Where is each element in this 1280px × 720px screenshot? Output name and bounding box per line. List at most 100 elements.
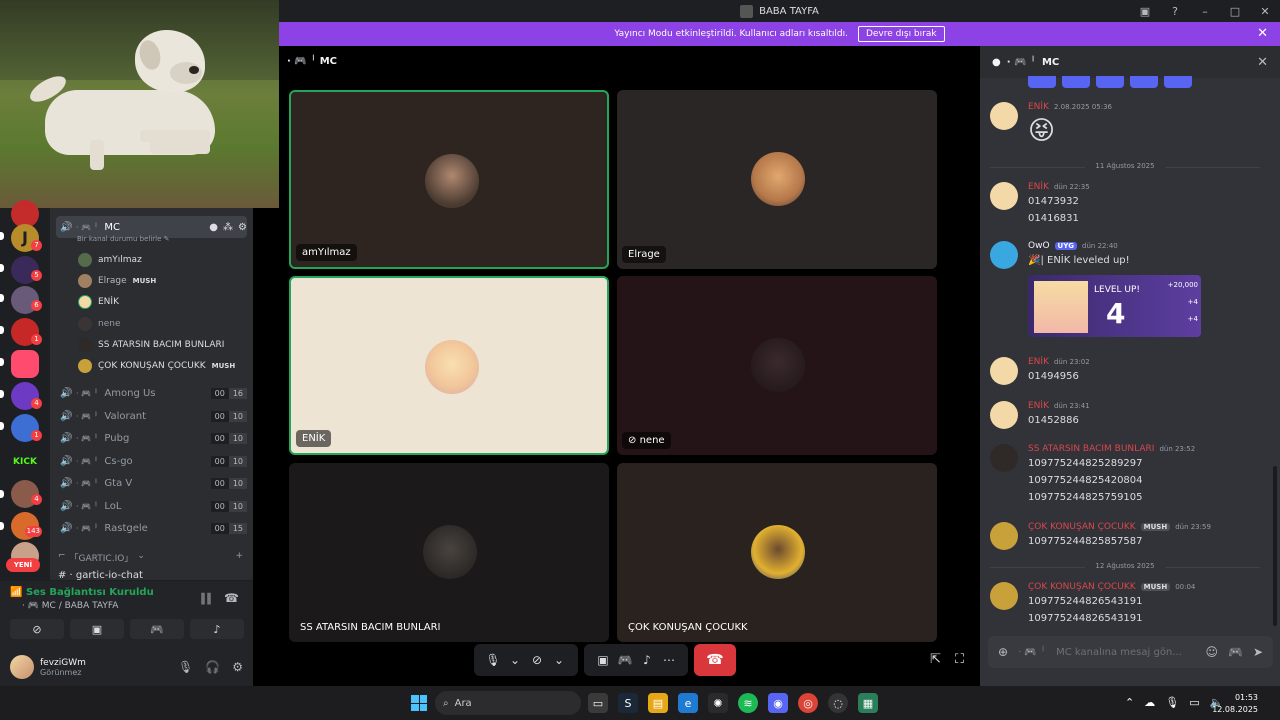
voice-member[interactable]: nene ⊘: [78, 315, 253, 333]
avatar[interactable]: [990, 241, 1018, 269]
windows-start-icon[interactable]: [411, 695, 427, 711]
chatgpt-icon[interactable]: ✺: [708, 693, 728, 713]
voice-channel-gta-v[interactable]: 🔊 · 🎮 ╵ Gta V 00 10: [56, 472, 247, 494]
chat-bubble-icon[interactable]: ●: [209, 222, 218, 233]
avatar[interactable]: [990, 357, 1018, 385]
message-author[interactable]: OwO: [1028, 241, 1050, 251]
emoji-icon[interactable]: ☺: [1205, 645, 1218, 659]
add-channel-icon[interactable]: +: [235, 551, 243, 564]
avatar[interactable]: [990, 444, 1018, 472]
close-notice-icon[interactable]: ✕: [1257, 26, 1268, 41]
kick-server-icon[interactable]: KICK: [11, 448, 39, 476]
activities-icon[interactable]: 🎮: [614, 653, 636, 667]
soundboard-button[interactable]: ♪: [190, 619, 244, 639]
edge-icon[interactable]: e: [678, 693, 698, 713]
video-tile[interactable]: Elrage: [617, 90, 937, 269]
pop-out-icon[interactable]: ⇱: [930, 652, 941, 667]
discord-icon[interactable]: ◉: [768, 693, 788, 713]
disconnect-icon[interactable]: ☎: [224, 591, 239, 605]
avatar[interactable]: [990, 102, 1018, 130]
activities-button[interactable]: 🎮: [130, 619, 184, 639]
close-chat-icon[interactable]: ✕: [1257, 55, 1268, 70]
message-author[interactable]: SS ATARSIN BACIM BUNLARI: [1028, 444, 1154, 454]
message-author[interactable]: ÇOK KONUŞAN ÇOCUKK: [1028, 522, 1136, 532]
minimize-button[interactable]: –: [1190, 5, 1220, 18]
file-explorer-icon[interactable]: ▤: [648, 693, 668, 713]
more-icon[interactable]: ⋯: [658, 653, 680, 667]
embed-button[interactable]: [1062, 76, 1090, 88]
taskbar-search[interactable]: ⌕ Ara: [435, 691, 581, 715]
noise-suppression-icon[interactable]: ∥∥: [200, 591, 212, 605]
embed-button[interactable]: [1130, 76, 1158, 88]
voice-member[interactable]: Elrage MUSH: [78, 272, 156, 290]
embed-button[interactable]: [1164, 76, 1192, 88]
voice-member[interactable]: ÇOK KONUŞAN ÇOCUKK MUSH: [78, 357, 235, 375]
camera-off-icon[interactable]: ⊘: [526, 653, 548, 667]
cloud-icon[interactable]: ☁: [1144, 696, 1155, 709]
channel-status-hint[interactable]: Bir kanal durumu belirle ✎: [77, 235, 170, 243]
avatar[interactable]: [990, 582, 1018, 610]
app-icon[interactable]: ◌: [828, 693, 848, 713]
voice-channel-valorant[interactable]: 🔊 · 🎮 ╵ Valorant 00 10: [56, 405, 247, 427]
send-icon[interactable]: ➤: [1253, 645, 1263, 659]
hang-up-button[interactable]: ☎: [694, 644, 736, 676]
user-info[interactable]: fevziGWm Görünmez: [40, 658, 86, 677]
settings-icon[interactable]: ⚙: [238, 222, 247, 233]
message-author[interactable]: ENİK: [1028, 182, 1049, 192]
avatar[interactable]: [990, 522, 1018, 550]
voice-channel-among-us[interactable]: 🔊 · 🎮 ╵ Among Us 00 16: [56, 382, 247, 404]
inbox-icon[interactable]: ▣: [1130, 5, 1160, 18]
embed-button[interactable]: [1096, 76, 1124, 88]
chevron-down-icon[interactable]: ⌄: [504, 653, 526, 667]
add-member-icon[interactable]: ⁂: [223, 222, 233, 233]
display-icon[interactable]: ▭: [1189, 696, 1199, 709]
avatar[interactable]: [990, 401, 1018, 429]
microphone-icon[interactable]: 🎙: [178, 660, 193, 674]
voice-member[interactable]: amYılmaz: [78, 251, 142, 269]
settings-icon[interactable]: ⚙: [232, 660, 243, 674]
disable-streamer-mode-button[interactable]: Devre dışı bırak: [857, 26, 945, 42]
spotify-icon[interactable]: ≋: [738, 693, 758, 713]
voice-channel-lol[interactable]: 🔊 · 🎮 ╵ LoL 00 10: [56, 495, 247, 517]
screen-share-button[interactable]: ▣: [70, 619, 124, 639]
app-icon[interactable]: ▦: [858, 693, 878, 713]
task-view-icon[interactable]: ▭: [588, 693, 608, 713]
text-channel-gartic[interactable]: # · gartic-io-chat: [58, 570, 143, 580]
microphone-icon[interactable]: 🎙: [482, 653, 504, 667]
taskbar-clock[interactable]: 01:53 12.08.2025: [1212, 692, 1258, 716]
message-author[interactable]: ENİK: [1028, 102, 1049, 112]
help-icon[interactable]: ?: [1160, 5, 1190, 18]
chrome-icon[interactable]: ◎: [798, 693, 818, 713]
microphone-icon[interactable]: 🎙: [1165, 696, 1179, 709]
camera-off-button[interactable]: ⊘: [10, 619, 64, 639]
video-tile[interactable]: ⊘ nene: [617, 276, 937, 455]
embed-button[interactable]: [1028, 76, 1056, 88]
steam-icon[interactable]: S: [618, 693, 638, 713]
message-input[interactable]: MC kanalına mesaj gön...: [1056, 647, 1195, 658]
voice-channel-pubg[interactable]: 🔊 · 🎮 ╵ Pubg 00 10: [56, 427, 247, 449]
voice-member[interactable]: SS ATARSIN BACIM BUNLARI: [78, 336, 224, 354]
category-gartic[interactable]: ⌐ 「GARTIC.IO」 ⌄ +: [58, 551, 243, 564]
video-tile[interactable]: ÇOK KONUŞAN ÇOCUKK: [617, 463, 937, 642]
fullscreen-icon[interactable]: ⛶: [955, 652, 964, 667]
message-author[interactable]: ENİK: [1028, 357, 1049, 367]
voice-channel-cs-go[interactable]: 🔊 · 🎮 ╵ Cs-go 00 10: [56, 450, 247, 472]
voice-location[interactable]: · 🎮 MC / BABA TAYFA: [22, 601, 118, 611]
gamepad-icon[interactable]: 🎮: [1228, 645, 1243, 659]
add-attachment-icon[interactable]: ⊕: [998, 645, 1008, 659]
server-icon[interactable]: [11, 350, 39, 378]
message-author[interactable]: ENİK: [1028, 401, 1049, 411]
chat-scrollbar[interactable]: [1273, 466, 1277, 626]
headphones-icon[interactable]: 🎧: [205, 660, 220, 674]
voice-status[interactable]: 📶 Ses Bağlantısı Kuruldu: [10, 587, 154, 598]
screen-share-icon[interactable]: ▣: [592, 653, 614, 667]
level-up-card[interactable]: LEVEL UP! 4 +20,000 +4 +4: [1028, 275, 1201, 337]
message-author[interactable]: ÇOK KONUŞAN ÇOCUKK: [1028, 582, 1136, 592]
chevron-down-icon[interactable]: ⌄: [548, 653, 570, 667]
voice-member[interactable]: ENİK: [78, 293, 119, 311]
video-tile[interactable]: ENİK: [289, 276, 609, 455]
user-avatar[interactable]: [10, 655, 34, 679]
video-tile[interactable]: SS ATARSIN BACIM BUNLARI: [289, 463, 609, 642]
soundboard-icon[interactable]: ♪: [636, 653, 658, 667]
video-tile[interactable]: amYılmaz: [289, 90, 609, 269]
